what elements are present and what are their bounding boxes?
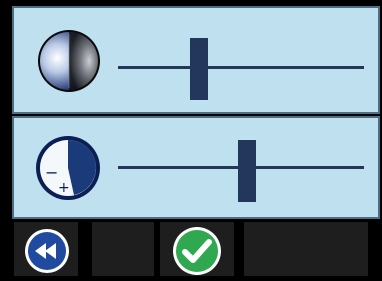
zoom-slider-thumb[interactable] bbox=[238, 140, 256, 202]
confirm-button[interactable] bbox=[160, 222, 234, 276]
svg-text:+: + bbox=[58, 180, 70, 196]
zoom-panel: − + bbox=[12, 116, 380, 219]
brightness-sphere-icon bbox=[36, 28, 102, 94]
confirm-check-icon bbox=[172, 226, 222, 276]
blank-button-1[interactable] bbox=[92, 222, 154, 276]
blank-button-2[interactable] bbox=[244, 222, 368, 276]
rewind-icon bbox=[24, 228, 70, 274]
device-screen: − + bbox=[0, 0, 382, 276]
brightness-slider-thumb[interactable] bbox=[190, 38, 208, 100]
brightness-panel bbox=[12, 6, 380, 114]
brightness-slider-track[interactable] bbox=[118, 66, 364, 69]
svg-text:−: − bbox=[45, 163, 58, 182]
zoom-moon-icon: − + bbox=[34, 134, 102, 202]
rewind-button[interactable] bbox=[14, 222, 78, 276]
